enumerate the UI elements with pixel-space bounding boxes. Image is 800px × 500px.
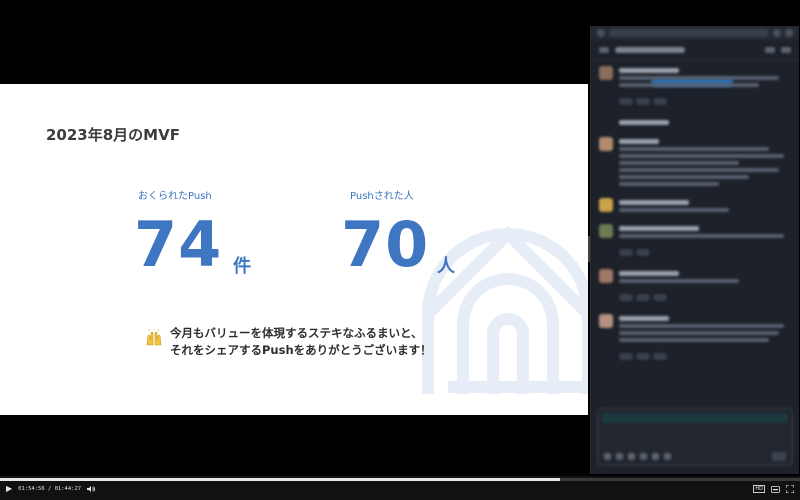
avatar xyxy=(599,314,613,328)
player-control-row: ▶ 01:54:56 / 01:44:27 HD xyxy=(6,482,794,496)
stat-value-push-sent: 74 xyxy=(134,208,223,281)
message-composer[interactable] xyxy=(597,408,793,466)
mic-icon[interactable] xyxy=(664,453,671,460)
nav-back-icon[interactable] xyxy=(597,29,605,37)
slide-title: 2023年8月のMVF xyxy=(46,126,180,144)
send-button[interactable] xyxy=(772,452,786,461)
message-list xyxy=(591,61,799,368)
avatar xyxy=(599,224,613,238)
format-icon[interactable] xyxy=(616,453,623,460)
list-item[interactable] xyxy=(591,264,799,309)
thank-you-line-2: それをシェアするPushをありがとうございます！ xyxy=(170,343,432,357)
avatar xyxy=(599,66,613,80)
channel-name[interactable] xyxy=(615,47,685,53)
more-icon[interactable] xyxy=(781,47,791,53)
members-icon[interactable] xyxy=(765,47,775,53)
stat-value-people-pushed: 70 xyxy=(341,208,430,281)
captions-icon[interactable] xyxy=(771,485,780,493)
video-icon[interactable] xyxy=(652,453,659,460)
stat-label-people-pushed: Pushされた人 xyxy=(350,191,414,202)
help-icon[interactable] xyxy=(773,29,781,37)
mention-icon[interactable] xyxy=(640,453,647,460)
progress-fill xyxy=(0,478,560,481)
stat-unit-push-sent: 件 xyxy=(233,256,251,277)
time-display: 01:54:56 / 01:44:27 xyxy=(18,486,82,492)
stat-label-push-sent: おくられたPush xyxy=(138,191,212,202)
raising-hands-icon xyxy=(146,329,162,346)
list-item[interactable] xyxy=(591,113,799,132)
list-item[interactable] xyxy=(591,61,799,113)
quality-badge[interactable]: HD xyxy=(753,485,765,493)
presentation-slide: 2023年8月のMVF おくられたPush 74 件 Pushされた人 70 人… xyxy=(0,84,588,415)
chat-toolbar xyxy=(591,26,799,40)
chat-search-input[interactable] xyxy=(609,29,769,37)
thank-you-line-1: 今月もバリューを体現するステキなふるまいと、 xyxy=(170,326,423,340)
play-button[interactable]: ▶ xyxy=(6,485,12,493)
channel-header xyxy=(591,40,799,61)
emoji-icon[interactable] xyxy=(628,453,635,460)
list-item[interactable] xyxy=(591,309,799,368)
plus-icon[interactable] xyxy=(604,453,611,460)
avatar xyxy=(599,198,613,212)
avatar[interactable] xyxy=(785,29,793,37)
thank-you-message: 今月もバリューを体現するステキなふるまいと、 それをシェアするPushをありがと… xyxy=(170,325,432,359)
list-item[interactable] xyxy=(591,219,799,264)
avatar xyxy=(599,269,613,283)
avatar xyxy=(599,137,613,151)
volume-icon[interactable] xyxy=(87,485,96,493)
channel-icon xyxy=(599,47,609,53)
list-item[interactable] xyxy=(591,193,799,219)
fullscreen-icon[interactable] xyxy=(786,485,794,493)
stat-unit-people-pushed: 人 xyxy=(437,256,455,277)
logo-watermark-icon xyxy=(422,225,588,394)
list-item[interactable] xyxy=(591,132,799,193)
progress-bar[interactable] xyxy=(0,478,800,481)
chat-panel xyxy=(590,26,799,474)
composer-notice xyxy=(602,413,788,423)
